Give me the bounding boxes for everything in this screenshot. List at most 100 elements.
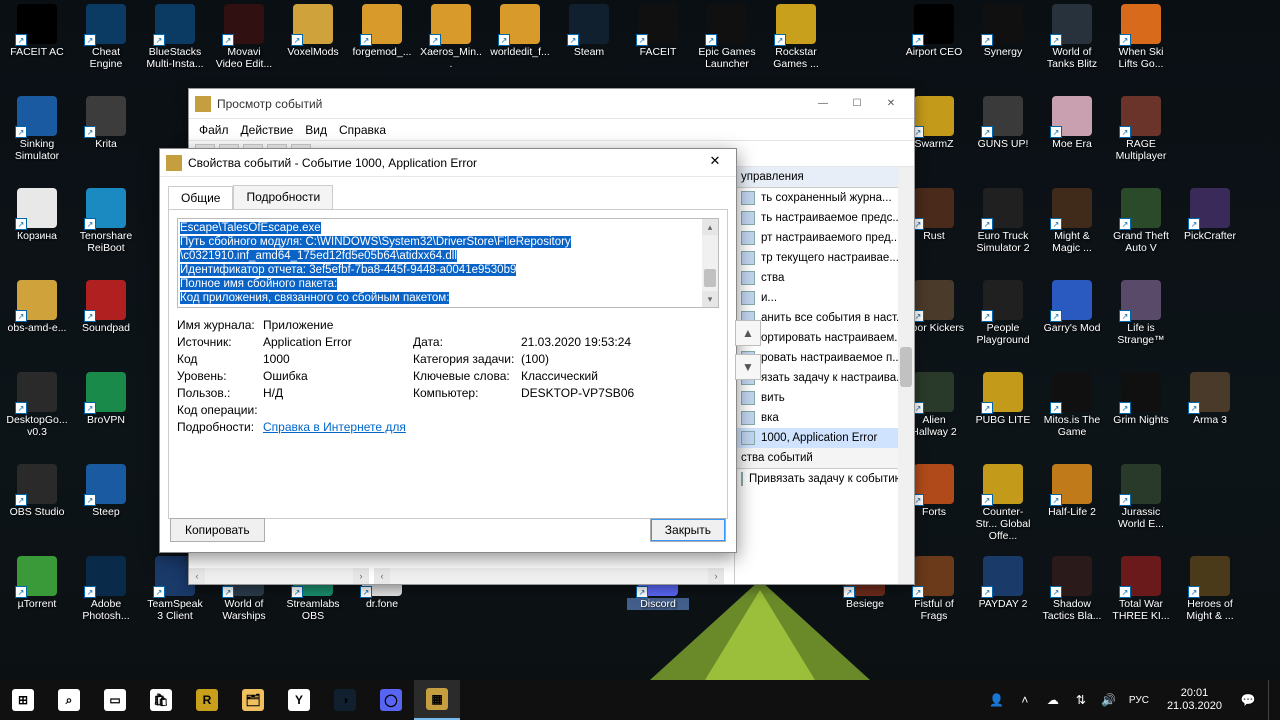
desktop-icon[interactable]: ↗Tenorshare ReiBoot	[75, 188, 137, 254]
action-center-icon[interactable]: 💬	[1240, 692, 1256, 708]
actions-item[interactable]: ортировать настраиваем...	[735, 328, 914, 348]
actions-item[interactable]: язать задачу к настраива...	[735, 368, 914, 388]
taskbar-eventviewer[interactable]: ▦	[414, 680, 460, 720]
taskbar-start[interactable]: ⊞	[0, 680, 46, 720]
next-event-button[interactable]: ▼	[735, 354, 761, 380]
desktop-icon[interactable]: ↗Grim Nights	[1110, 372, 1172, 426]
desktop-icon[interactable]: ↗VoxelMods	[282, 4, 344, 58]
desktop-icon[interactable]: ↗Soundpad	[75, 280, 137, 334]
desktop-icon[interactable]: ↗PUBG LITE	[972, 372, 1034, 426]
taskbar-taskview[interactable]: ▭	[92, 680, 138, 720]
desktop-icon[interactable]: ↗BlueStacks Multi-Insta...	[144, 4, 206, 70]
minimize-button[interactable]: —	[806, 93, 840, 115]
desktop-icon[interactable]: ↗Total War THREE KI...	[1110, 556, 1172, 622]
desktop-icon[interactable]: ↗BroVPN	[75, 372, 137, 426]
desktop-icon[interactable]: ↗Steep	[75, 464, 137, 518]
actions-item[interactable]: вка▸	[735, 408, 914, 428]
show-desktop-button[interactable]	[1268, 680, 1274, 720]
desktop-icon[interactable]: ↗Adobe Photosh...	[75, 556, 137, 622]
desktop-icon[interactable]: ↗Jurassic World E...	[1110, 464, 1172, 530]
desktop-icon[interactable]: ↗Rockstar Games ...	[765, 4, 827, 70]
prev-event-button[interactable]: ▲	[735, 320, 761, 346]
menu-item[interactable]: Справка	[339, 123, 386, 137]
desktop-icon[interactable]: ↗Might & Magic ...	[1041, 188, 1103, 254]
menu-item[interactable]: Вид	[305, 123, 327, 137]
tree-hscrollbar[interactable]: ‹›	[189, 568, 369, 584]
message-scrollbar[interactable]: ▴ ▾	[702, 219, 718, 307]
desktop-icon[interactable]: ↗Synergy	[972, 4, 1034, 58]
actions-item[interactable]: и...	[735, 288, 914, 308]
desktop-icon[interactable]: ↗Half-Life 2	[1041, 464, 1103, 518]
desktop-icon[interactable]: ↗FACEIT AC	[6, 4, 68, 58]
desktop-icon[interactable]: ↗obs-amd-e...	[6, 280, 68, 334]
desktop-icon[interactable]: ↗Sinking Simulator	[6, 96, 68, 162]
desktop-icon[interactable]: ↗Moe Era	[1041, 96, 1103, 150]
actions-selected-event[interactable]: 1000, Application Error ▴	[735, 428, 914, 448]
taskbar-discord[interactable]: ◯	[368, 680, 414, 720]
actions-item[interactable]: ть настраиваемое предс...	[735, 208, 914, 228]
desktop-icon[interactable]: ↗Grand Theft Auto V	[1110, 188, 1172, 254]
desktop-icon[interactable]: ↗OBS Studio	[6, 464, 68, 518]
tab-details[interactable]: Подробности	[233, 185, 333, 209]
actions-item[interactable]: анить все события в наст...	[735, 308, 914, 328]
language-indicator[interactable]: РУС	[1129, 692, 1149, 708]
desktop-icon[interactable]: ↗Xaeros_Min...	[420, 4, 482, 70]
event-message-box[interactable]: Escape\TalesOfEscape.exeПуть сбойного мо…	[177, 218, 719, 308]
dialog-close-button[interactable]: ✕	[700, 153, 730, 173]
desktop-icon[interactable]: ↗Arma 3	[1179, 372, 1241, 426]
desktop-icon[interactable]: ↗Counter-Str... Global Offe...	[972, 464, 1034, 542]
clock[interactable]: 20:01 21.03.2020	[1161, 687, 1228, 713]
desktop-icon[interactable]: ↗DesktopGo... v0.3	[6, 372, 68, 438]
list-hscrollbar[interactable]: ‹›	[374, 568, 724, 584]
volume-icon[interactable]: 🔊	[1101, 692, 1117, 708]
close-button[interactable]: Закрыть	[650, 518, 726, 542]
desktop-icon[interactable]: ↗Steam	[558, 4, 620, 58]
people-icon[interactable]: 👤	[989, 692, 1005, 708]
desktop-icon[interactable]: ↗FACEIT	[627, 4, 689, 58]
desktop-icon[interactable]: ↗When Ski Lifts Go...	[1110, 4, 1172, 70]
desktop-icon[interactable]: ↗RAGE Multiplayer	[1110, 96, 1172, 162]
taskbar-yandex[interactable]: Y	[276, 680, 322, 720]
help-link[interactable]: Справка в Интернете для	[263, 420, 406, 434]
actions-bind-task[interactable]: Привязать задачу к событию...	[735, 469, 914, 489]
actions-item[interactable]: тр текущего настраивае...	[735, 248, 914, 268]
desktop-icon[interactable]: ↗Mitos.is The Game	[1041, 372, 1103, 438]
desktop-icon[interactable]: ↗Heroes of Might & ...	[1179, 556, 1241, 622]
desktop-icon[interactable]: ↗GUNS UP!	[972, 96, 1034, 150]
taskbar-steam[interactable]: ◑	[322, 680, 368, 720]
desktop-icon[interactable]: ↗Epic Games Launcher	[696, 4, 758, 70]
actions-item[interactable]: ства▸	[735, 268, 914, 288]
onedrive-icon[interactable]: ☁	[1045, 692, 1061, 708]
actions-item[interactable]: рт настраиваемого пред...	[735, 228, 914, 248]
desktop-icon[interactable]: ↗Airport CEO	[903, 4, 965, 58]
actions-item[interactable]: ровать настраиваемое п...	[735, 348, 914, 368]
desktop-icon[interactable]: ↗Cheat Engine	[75, 4, 137, 70]
desktop-icon[interactable]: ↗People Playground	[972, 280, 1034, 346]
desktop-icon[interactable]: ↗World of Tanks Blitz	[1041, 4, 1103, 70]
desktop-icon[interactable]: ↗forgemod_...	[351, 4, 413, 58]
copy-button[interactable]: Копировать	[170, 518, 265, 542]
taskbar-search[interactable]: ⌕	[46, 680, 92, 720]
actions-scrollbar[interactable]	[898, 167, 914, 584]
taskbar-rockstar[interactable]: R	[184, 680, 230, 720]
menu-item[interactable]: Действие	[241, 123, 294, 137]
desktop-icon[interactable]: ↗Euro Truck Simulator 2	[972, 188, 1034, 254]
desktop-icon[interactable]: ↗Movavi Video Edit...	[213, 4, 275, 70]
desktop-icon[interactable]: ↗µTorrent	[6, 556, 68, 610]
desktop-icon[interactable]: ↗Garry's Mod	[1041, 280, 1103, 334]
maximize-button[interactable]: ☐	[840, 93, 874, 115]
tab-general[interactable]: Общие	[168, 186, 233, 210]
desktop-icon[interactable]: ↗Krita	[75, 96, 137, 150]
taskbar-explorer[interactable]: 🗂	[230, 680, 276, 720]
tray-chevron-icon[interactable]: ˄	[1017, 692, 1033, 708]
desktop-icon[interactable]: ↗PAYDAY 2	[972, 556, 1034, 610]
scroll-up-icon[interactable]: ▴	[702, 219, 718, 235]
taskbar-store[interactable]: 🛍	[138, 680, 184, 720]
desktop-icon[interactable]: ↗Shadow Tactics Bla...	[1041, 556, 1103, 622]
network-icon[interactable]: ⇅	[1073, 692, 1089, 708]
window-close-button[interactable]: ✕	[874, 93, 908, 115]
desktop-icon[interactable]: ↗Life is Strange™	[1110, 280, 1172, 346]
scroll-down-icon[interactable]: ▾	[702, 291, 718, 307]
menu-item[interactable]: Файл	[199, 123, 229, 137]
desktop-icon[interactable]: ↗worldedit_f...	[489, 4, 551, 58]
